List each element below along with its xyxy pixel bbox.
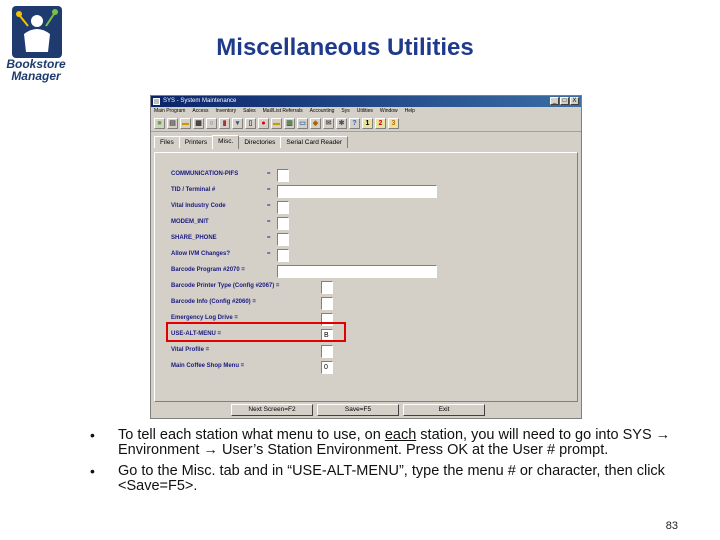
menu-help[interactable]: Help (405, 107, 415, 116)
main-coffee-shop-menu-input[interactable]: 0 (321, 361, 333, 374)
close-button[interactable]: X (570, 97, 579, 105)
cart-icon[interactable]: ▾ (232, 118, 243, 129)
barcode-program-input[interactable] (277, 265, 437, 278)
field-label: Main Coffee Shop Menu = (171, 363, 245, 369)
tab-directories[interactable]: Directories (238, 136, 282, 148)
field-label: Allow IVM Changes? (171, 251, 231, 257)
menu-sys[interactable]: Sys (341, 107, 349, 116)
ledger-icon[interactable]: ▥ (284, 118, 295, 129)
save-icon[interactable]: ■ (154, 118, 165, 129)
field-label: COMMUNICATION-PIFS (171, 171, 239, 177)
field-equals: = (267, 251, 271, 257)
quick-1-button[interactable]: 1 (362, 118, 373, 129)
calculator-icon[interactable]: ▦ (193, 118, 204, 129)
tag-icon[interactable]: ◆ (310, 118, 321, 129)
modem-init-input[interactable] (277, 217, 289, 230)
save-button[interactable]: Save=F5 (317, 404, 399, 416)
field-equals: = (267, 171, 271, 177)
gear-icon[interactable]: ✱ (336, 118, 347, 129)
tab-strip: Files Printers Misc. Directories Serial … (151, 134, 581, 149)
logo-emblem-icon (12, 6, 62, 58)
bookstore-manager-logo: Bookstore Manager (2, 2, 68, 90)
bullet-1: To tell each station what menu to use, o… (90, 428, 690, 458)
window-title: SYS - System Maintenance (163, 98, 237, 104)
barcode-printer-type-input[interactable] (321, 281, 333, 294)
slide-title: Miscellaneous Utilities (216, 34, 474, 61)
folder-open-icon[interactable]: ▬ (271, 118, 282, 129)
next-screen-button[interactable]: Next Screen=F2 (231, 404, 313, 416)
document-icon[interactable]: ▯ (245, 118, 256, 129)
print-icon[interactable]: ▤ (167, 118, 178, 129)
communication-pifs-input[interactable] (277, 169, 289, 182)
vital-profile-input[interactable] (321, 345, 333, 358)
share-phone-input[interactable] (277, 233, 289, 246)
field-label: TID / Terminal # (171, 187, 216, 193)
menu-access[interactable]: Access (192, 107, 208, 116)
field-label: SHARE_PHONE (171, 235, 217, 241)
bullet-2: Go to the Misc. tab and in “USE-ALT-MENU… (90, 464, 690, 494)
maximize-button[interactable]: □ (560, 97, 569, 105)
field-equals: = (267, 203, 271, 209)
tab-printers[interactable]: Printers (178, 136, 214, 148)
field-label: Emergency Log Drive = (171, 315, 238, 321)
help-icon[interactable]: ? (349, 118, 360, 129)
exit-button[interactable]: Exit (403, 404, 485, 416)
allow-ivm-changes-input[interactable] (277, 249, 289, 262)
bullet-1-text-a: To tell each station what menu to use, o… (118, 427, 385, 443)
bullet-1-underlined: each (384, 427, 417, 443)
quick-2-button[interactable]: 2 (375, 118, 386, 129)
menu-inventory[interactable]: Inventory (216, 107, 237, 116)
tab-serial-card-reader[interactable]: Serial Card Reader (280, 136, 349, 148)
search-icon[interactable]: ○ (206, 118, 217, 129)
page-number: 83 (665, 520, 678, 532)
menu-accounting[interactable]: Accounting (310, 107, 335, 116)
tab-misc[interactable]: Misc. (212, 135, 240, 149)
logo-line2: Manager (11, 69, 61, 83)
app-icon (153, 98, 160, 105)
terminal-input[interactable] (277, 185, 437, 198)
field-label: MODEM_INIT (171, 219, 209, 225)
misc-tab-panel: COMMUNICATION-PIFS = TID / Terminal # = … (154, 152, 578, 402)
field-label: Barcode Info (Config #2060) = (171, 299, 256, 305)
bottom-buttons: Next Screen=F2 Save=F5 Exit (231, 404, 485, 416)
field-label: Barcode Program #2070 = (171, 267, 245, 273)
menu-sales[interactable]: Sales (243, 107, 256, 116)
field-label: Vital Industry Code (171, 203, 226, 209)
logo-wordmark: Bookstore Manager (2, 58, 70, 82)
use-alt-menu-highlight (166, 322, 346, 342)
instruction-bullets: To tell each station what menu to use, o… (90, 428, 690, 500)
record-icon[interactable]: ● (258, 118, 269, 129)
quick-3-button[interactable]: 3 (388, 118, 399, 129)
menu-mail-list[interactable]: Mail/List Referrals (263, 107, 303, 116)
toolbar: ■ ▤ ▬ ▦ ○ ▮ ▾ ▯ ● ▬ ▥ ▭ ◆ ✉ ✱ ? 1 2 3 (151, 116, 581, 132)
barcode-info-input[interactable] (321, 297, 333, 310)
menu-utilities[interactable]: Utilities (357, 107, 373, 116)
system-maintenance-window: SYS - System Maintenance _ □ X Main Prog… (150, 95, 582, 419)
window-controls: _ □ X (550, 97, 579, 105)
field-equals: = (267, 235, 271, 241)
book-icon[interactable]: ▮ (219, 118, 230, 129)
field-equals: = (267, 187, 271, 193)
vital-industry-code-input[interactable] (277, 201, 289, 214)
folder-icon[interactable]: ▬ (180, 118, 191, 129)
window-titlebar[interactable]: SYS - System Maintenance _ □ X (151, 96, 581, 107)
field-label: Vital Profile = (171, 347, 210, 353)
minimize-button[interactable]: _ (550, 97, 559, 105)
menu-window[interactable]: Window (380, 107, 398, 116)
menu-bar: Main Program Access Inventory Sales Mail… (151, 107, 581, 116)
field-label: Barcode Printer Type (Config #2067) = (171, 283, 280, 289)
field-equals: = (267, 219, 271, 225)
menu-main-program[interactable]: Main Program (154, 107, 185, 116)
mail-icon[interactable]: ✉ (323, 118, 334, 129)
card-icon[interactable]: ▭ (297, 118, 308, 129)
tab-files[interactable]: Files (154, 136, 180, 148)
